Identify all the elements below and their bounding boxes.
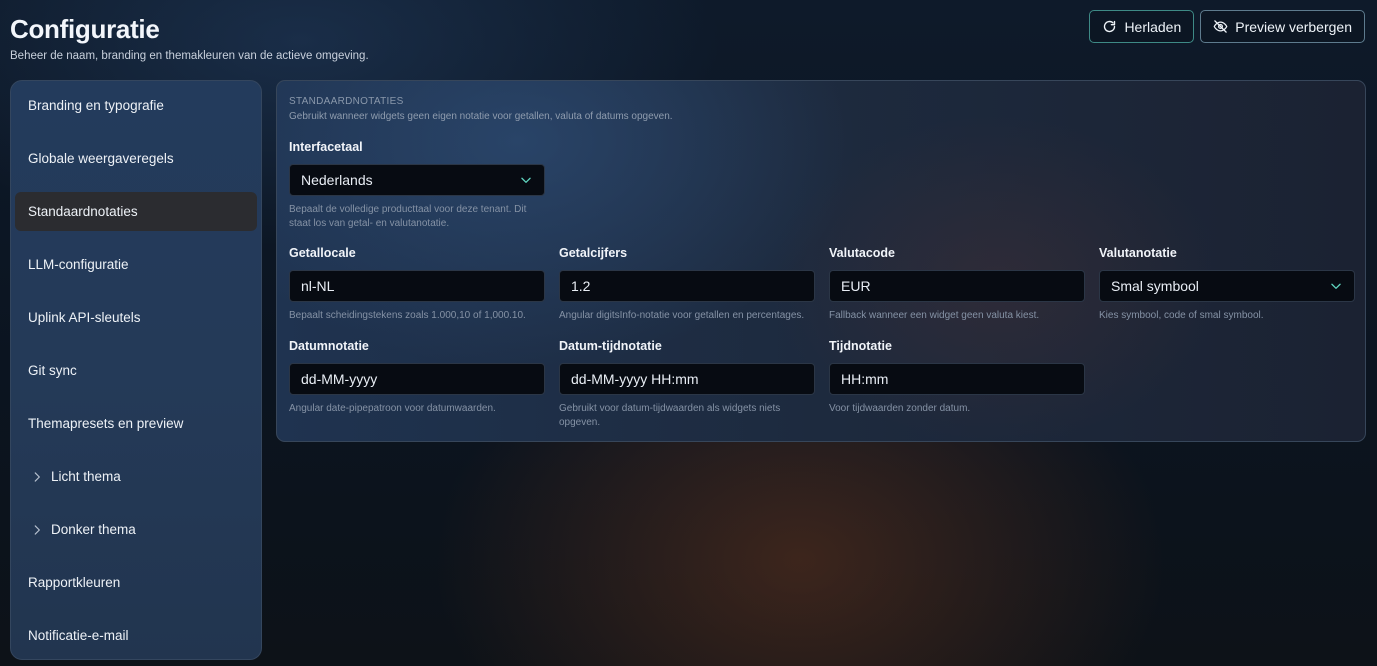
interface-language-field: Interfacetaal Nederlands Bepaalt de voll… bbox=[289, 140, 545, 231]
sidebar-item-label: Notificatie-e-mail bbox=[28, 628, 129, 643]
sidebar-item-label: Licht thema bbox=[51, 469, 121, 484]
datetime-format-field: Datum-tijdnotatie dd-MM-yyyy HH:mm Gebru… bbox=[559, 339, 815, 430]
time-format-field: Tijdnotatie HH:mm Voor tijdwaarden zonde… bbox=[829, 339, 1085, 416]
field-hint: Bepaalt scheidingstekens zoals 1.000,10 … bbox=[289, 310, 526, 321]
section-description: Gebruikt wanneer widgets geen eigen nota… bbox=[289, 111, 673, 122]
sidebar-item-label: Standaardnotaties bbox=[28, 204, 138, 219]
number-locale-field: Getallocale nl-NL Bepaalt scheidingsteke… bbox=[289, 246, 545, 323]
field-hint: Fallback wanneer een widget geen valuta … bbox=[829, 310, 1040, 321]
input-value: dd-MM-yyyy HH:mm bbox=[571, 371, 699, 387]
input-value: nl-NL bbox=[301, 278, 335, 294]
sidebar-item-dark-theme[interactable]: Donker thema bbox=[15, 510, 257, 549]
input-value: EUR bbox=[841, 278, 871, 294]
currency-code-field: Valutacode EUR Fallback wanneer een widg… bbox=[829, 246, 1085, 323]
select-value: Smal symbool bbox=[1111, 278, 1199, 294]
field-label: Valutanotatie bbox=[1099, 246, 1177, 260]
field-hint: Kies symbool, code of smal symbool. bbox=[1099, 310, 1264, 321]
interface-language-select[interactable]: Nederlands bbox=[289, 164, 545, 196]
time-format-input[interactable]: HH:mm bbox=[829, 363, 1085, 395]
sidebar-item-uplink-api-keys[interactable]: Uplink API-sleutels bbox=[15, 298, 257, 337]
sidebar-item-label: Donker thema bbox=[51, 522, 136, 537]
datetime-format-input[interactable]: dd-MM-yyyy HH:mm bbox=[559, 363, 815, 395]
currency-code-input[interactable]: EUR bbox=[829, 270, 1085, 302]
field-hint: Gebruikt voor datum-tijdwaarden als widg… bbox=[559, 403, 781, 428]
sidebar-item-display-rules[interactable]: Globale weergaveregels bbox=[15, 139, 257, 178]
field-hint: Voor tijdwaarden zonder datum. bbox=[829, 403, 971, 414]
select-value: Nederlands bbox=[301, 172, 373, 188]
sidebar-item-default-notations[interactable]: Standaardnotaties bbox=[15, 192, 257, 231]
reload-button-label: Herladen bbox=[1124, 18, 1182, 35]
field-label: Getalcijfers bbox=[559, 246, 628, 260]
eye-off-icon bbox=[1213, 20, 1228, 33]
chevron-down-icon bbox=[521, 177, 531, 183]
default-notations-panel: STANDAARDNOTATIES Gebruikt wanneer widge… bbox=[276, 80, 1366, 442]
reload-button[interactable]: Herladen bbox=[1089, 10, 1195, 43]
sidebar-item-label: Themapresets en preview bbox=[28, 416, 184, 431]
currency-display-field: Valutanotatie Smal symbool Kies symbool,… bbox=[1099, 246, 1355, 323]
page-title: Configuratie bbox=[10, 14, 160, 44]
chevron-right-icon bbox=[34, 524, 40, 535]
chevron-right-icon bbox=[34, 471, 40, 482]
input-value: 1.2 bbox=[571, 278, 591, 294]
sidebar-item-theme-presets[interactable]: Themapresets en preview bbox=[15, 404, 257, 443]
field-label: Datum-tijdnotatie bbox=[559, 339, 662, 353]
field-label: Datumnotatie bbox=[289, 339, 369, 353]
number-digits-field: Getalcijfers 1.2 Angular digitsInfo-nota… bbox=[559, 246, 815, 323]
sidebar-item-label: Globale weergaveregels bbox=[28, 151, 174, 166]
currency-display-select[interactable]: Smal symbool bbox=[1099, 270, 1355, 302]
sidebar-item-branding[interactable]: Branding en typografie bbox=[15, 86, 257, 125]
field-label: Getallocale bbox=[289, 246, 356, 260]
number-locale-input[interactable]: nl-NL bbox=[289, 270, 545, 302]
input-value: dd-MM-yyyy bbox=[301, 371, 378, 387]
header-actions: Herladen Preview verbergen bbox=[1089, 10, 1365, 43]
sidebar-item-label: LLM-configuratie bbox=[28, 257, 129, 272]
input-value: HH:mm bbox=[841, 371, 889, 387]
sidebar-item-label: Branding en typografie bbox=[28, 98, 164, 113]
settings-sidebar: Branding en typografie Globale weergaver… bbox=[10, 80, 262, 660]
chevron-down-icon bbox=[1331, 283, 1341, 289]
field-hint: Angular date-pipepatroon voor datumwaard… bbox=[289, 403, 496, 414]
sidebar-item-report-colors[interactable]: Rapportkleuren bbox=[15, 563, 257, 602]
field-label: Valutacode bbox=[829, 246, 895, 260]
sidebar-item-label: Rapportkleuren bbox=[28, 575, 121, 590]
date-format-input[interactable]: dd-MM-yyyy bbox=[289, 363, 545, 395]
date-format-field: Datumnotatie dd-MM-yyyy Angular date-pip… bbox=[289, 339, 545, 416]
sidebar-item-label: Git sync bbox=[28, 363, 77, 378]
sidebar-item-git-sync[interactable]: Git sync bbox=[15, 351, 257, 390]
field-hint: Angular digitsInfo-notatie voor getallen… bbox=[559, 310, 805, 321]
sidebar-item-light-theme[interactable]: Licht thema bbox=[15, 457, 257, 496]
hide-preview-button[interactable]: Preview verbergen bbox=[1200, 10, 1365, 43]
sidebar-item-notification-email[interactable]: Notificatie-e-mail bbox=[15, 616, 257, 655]
refresh-icon bbox=[1104, 20, 1116, 33]
sidebar-item-label: Uplink API-sleutels bbox=[28, 310, 141, 325]
field-label: Tijdnotatie bbox=[829, 339, 892, 353]
field-label: Interfacetaal bbox=[289, 140, 363, 154]
section-title: STANDAARDNOTATIES bbox=[289, 96, 404, 107]
number-digits-input[interactable]: 1.2 bbox=[559, 270, 815, 302]
field-hint: Bepaalt de volledige producttaal voor de… bbox=[289, 204, 527, 229]
page-subtitle: Beheer de naam, branding en themakleuren… bbox=[10, 50, 369, 62]
hide-preview-button-label: Preview verbergen bbox=[1235, 18, 1352, 35]
sidebar-item-llm-config[interactable]: LLM-configuratie bbox=[15, 245, 257, 284]
